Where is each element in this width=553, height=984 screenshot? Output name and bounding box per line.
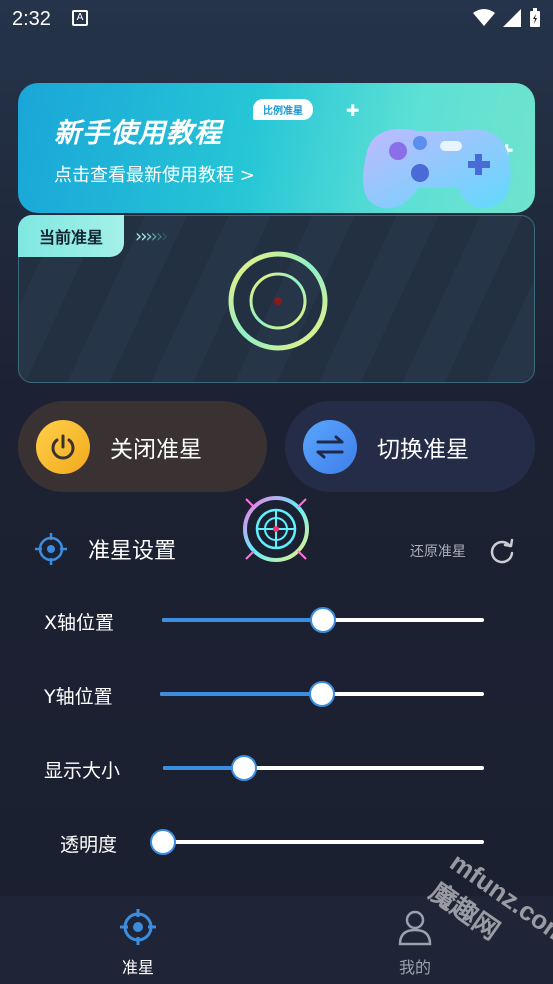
battery-icon (530, 8, 540, 27)
wifi-icon (473, 9, 495, 26)
tutorial-banner[interactable]: 新手使用教程 比例准星 点击查看最新使用教程 > ✚ ✚ (18, 83, 535, 213)
crosshair-settings-icon (35, 533, 67, 565)
banner-title: 新手使用教程 (54, 118, 222, 149)
user-icon (398, 910, 432, 946)
close-crosshair-button[interactable]: 关闭准星 (18, 401, 267, 492)
slider-label: 透明度 (60, 834, 118, 856)
slider-fill (162, 618, 323, 622)
switch-crosshair-label: 切换准星 (377, 436, 469, 463)
slider-thumb[interactable] (231, 755, 257, 781)
gamepad-icon (363, 129, 511, 209)
chevrons-decoration: ›››››› (135, 226, 168, 247)
nav-item-mine[interactable]: 我的 (375, 908, 455, 978)
banner-tag: 比例准星 (253, 99, 313, 120)
nav-label: 准星 (121, 958, 154, 977)
slider-x-position[interactable]: X轴位置 (0, 600, 553, 640)
slider-thumb[interactable] (150, 829, 176, 855)
system-icons (473, 8, 541, 28)
status-time: 2:32 (12, 8, 51, 30)
slider-label: X轴位置 (44, 612, 115, 634)
close-crosshair-label: 关闭准星 (110, 436, 202, 463)
notification-icon: A (72, 10, 88, 26)
switch-crosshair-button[interactable]: 切换准星 (285, 401, 535, 492)
swap-icon (303, 419, 357, 474)
banner-subtitle: 点击查看最新使用教程 > (54, 165, 255, 186)
slider-label: Y轴位置 (44, 686, 113, 708)
slider-display-size[interactable]: 显示大小 (0, 748, 553, 788)
slider-thumb[interactable] (309, 681, 335, 707)
nav-label: 我的 (398, 958, 431, 977)
nav-item-crosshair[interactable]: 准星 (98, 908, 178, 978)
floating-crosshair-icon[interactable] (240, 493, 312, 565)
slider-thumb[interactable] (310, 607, 336, 633)
slider-y-position[interactable]: Y轴位置 (0, 674, 553, 714)
slider-fill (160, 692, 322, 696)
slider-label: 显示大小 (44, 760, 121, 782)
slider-track[interactable] (163, 840, 484, 844)
reset-icon[interactable] (488, 537, 516, 565)
power-icon (36, 419, 90, 474)
status-bar: 2:32 A (0, 0, 553, 40)
current-crosshair-card: 当前准星 ›››››› (18, 215, 535, 383)
current-crosshair-tab: 当前准星 (18, 215, 124, 257)
reset-crosshair-label[interactable]: 还原准星 (410, 541, 466, 561)
current-crosshair-icon (228, 251, 328, 351)
settings-title: 准星设置 (88, 539, 177, 564)
settings-header: 准星设置 (34, 532, 176, 566)
crosshair-icon (120, 909, 156, 945)
signal-icon (503, 9, 521, 27)
